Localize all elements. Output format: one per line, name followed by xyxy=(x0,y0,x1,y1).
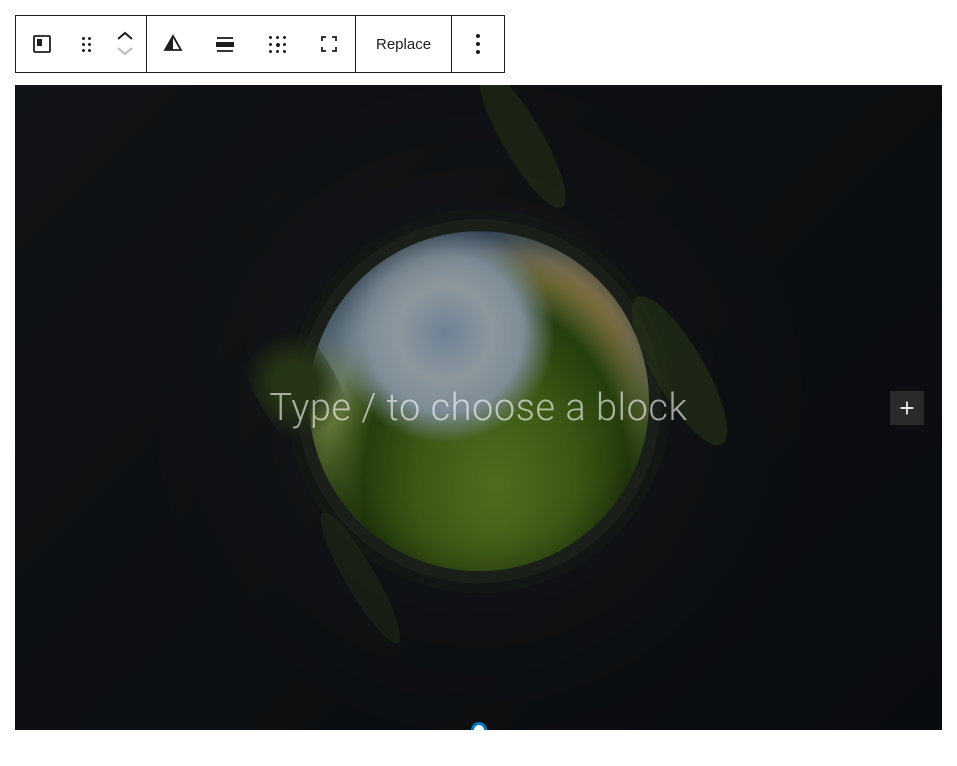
move-up-button[interactable] xyxy=(116,29,134,44)
block-toolbar: Replace xyxy=(15,15,505,73)
duotone-filter-icon xyxy=(161,32,185,56)
content-position-icon xyxy=(269,36,286,53)
fullscreen-toggle-button[interactable] xyxy=(303,16,355,72)
more-options-button[interactable] xyxy=(452,16,504,72)
replace-button[interactable]: Replace xyxy=(356,16,451,72)
toolbar-group-block xyxy=(16,16,147,72)
cover-block-icon xyxy=(30,32,54,56)
drag-handle[interactable] xyxy=(68,16,104,72)
drag-handle-icon xyxy=(82,37,91,52)
full-width-align-icon xyxy=(213,32,237,56)
block-type-button[interactable] xyxy=(16,16,68,72)
move-down-button[interactable] xyxy=(116,44,134,59)
toolbar-group-more xyxy=(452,16,504,72)
block-mover xyxy=(104,16,146,72)
content-position-button[interactable] xyxy=(251,16,303,72)
chevron-down-icon xyxy=(116,46,134,56)
align-button[interactable] xyxy=(199,16,251,72)
cover-block[interactable]: Type / to choose a block xyxy=(15,85,942,730)
plus-icon xyxy=(896,397,918,419)
fullscreen-icon xyxy=(317,32,341,56)
more-options-icon xyxy=(476,34,480,54)
duotone-filter-button[interactable] xyxy=(147,16,199,72)
add-block-button[interactable] xyxy=(890,391,924,425)
block-placeholder-text[interactable]: Type / to choose a block xyxy=(269,386,687,430)
toolbar-group-replace: Replace xyxy=(356,16,452,72)
toolbar-group-style xyxy=(147,16,356,72)
chevron-up-icon xyxy=(116,31,134,41)
